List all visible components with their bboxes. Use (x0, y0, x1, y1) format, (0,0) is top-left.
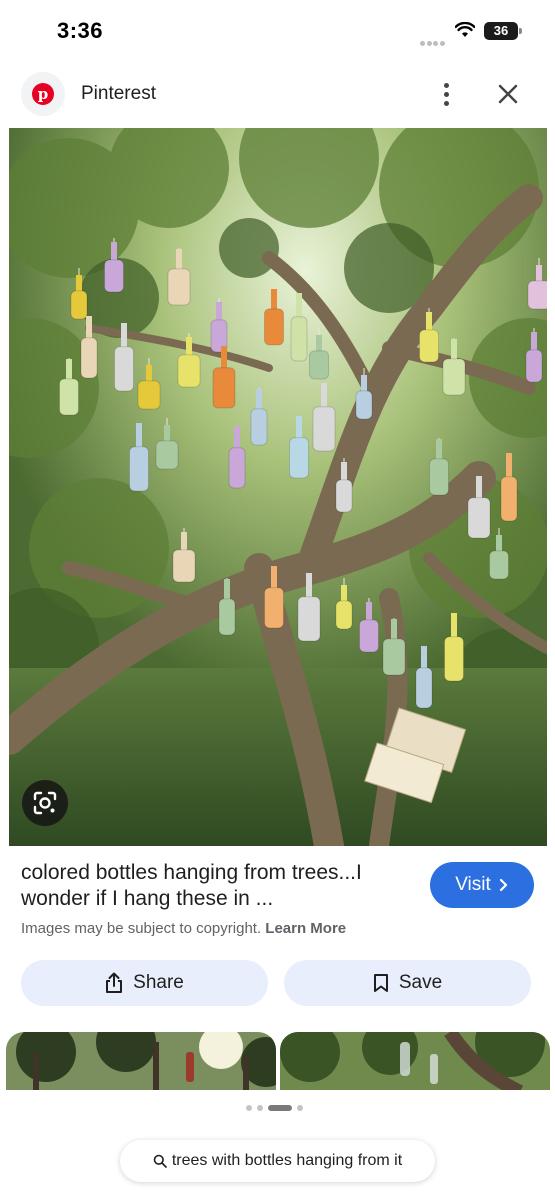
cellular-signal-icon (420, 33, 446, 46)
page-indicator (246, 1104, 303, 1112)
google-lens-button[interactable] (22, 780, 68, 826)
visit-button[interactable]: Visit (430, 862, 534, 908)
copyright-notice: Images may be subject to copyright. Lear… (21, 920, 346, 937)
learn-more-link[interactable]: Learn More (265, 920, 346, 937)
share-button[interactable]: Share (21, 960, 268, 1006)
result-title[interactable]: colored bottles hanging from trees...I w… (21, 860, 416, 912)
save-button[interactable]: Save (284, 960, 531, 1006)
more-vertical-icon (443, 82, 449, 88)
page-dot (246, 1105, 252, 1111)
page-dot-active (268, 1105, 292, 1111)
status-time: 3:36 (57, 18, 104, 43)
close-button[interactable] (494, 80, 522, 108)
chevron-right-icon (499, 878, 507, 892)
related-image-thumbnail[interactable] (6, 1032, 276, 1092)
search-query-text: trees with bottles hanging from it (171, 1152, 403, 1169)
more-options-button[interactable] (432, 80, 460, 108)
bookmark-icon (373, 974, 388, 992)
share-label: Share (133, 972, 184, 993)
copyright-text: Images may be subject to copyright. (21, 920, 262, 937)
page-dot (257, 1105, 263, 1111)
share-icon (106, 972, 123, 993)
save-label: Save (398, 972, 443, 993)
search-icon (153, 1154, 167, 1168)
related-image-thumbnail[interactable] (280, 1032, 550, 1092)
site-name[interactable]: Pinterest (81, 83, 156, 105)
page-dot (297, 1105, 303, 1111)
result-header: p Pinterest (0, 62, 555, 126)
battery-icon: 36 (484, 22, 522, 40)
google-lens-icon (33, 791, 57, 815)
search-query-chip[interactable]: trees with bottles hanging from it (120, 1140, 435, 1182)
bottom-bar: trees with bottles hanging from it (0, 1090, 555, 1200)
close-icon (498, 84, 518, 104)
result-image[interactable] (9, 128, 547, 846)
visit-label: Visit (455, 874, 491, 895)
status-bar: 3:36 36 (0, 0, 555, 62)
wifi-icon (454, 21, 476, 38)
pinterest-logo-icon: p (21, 72, 65, 116)
